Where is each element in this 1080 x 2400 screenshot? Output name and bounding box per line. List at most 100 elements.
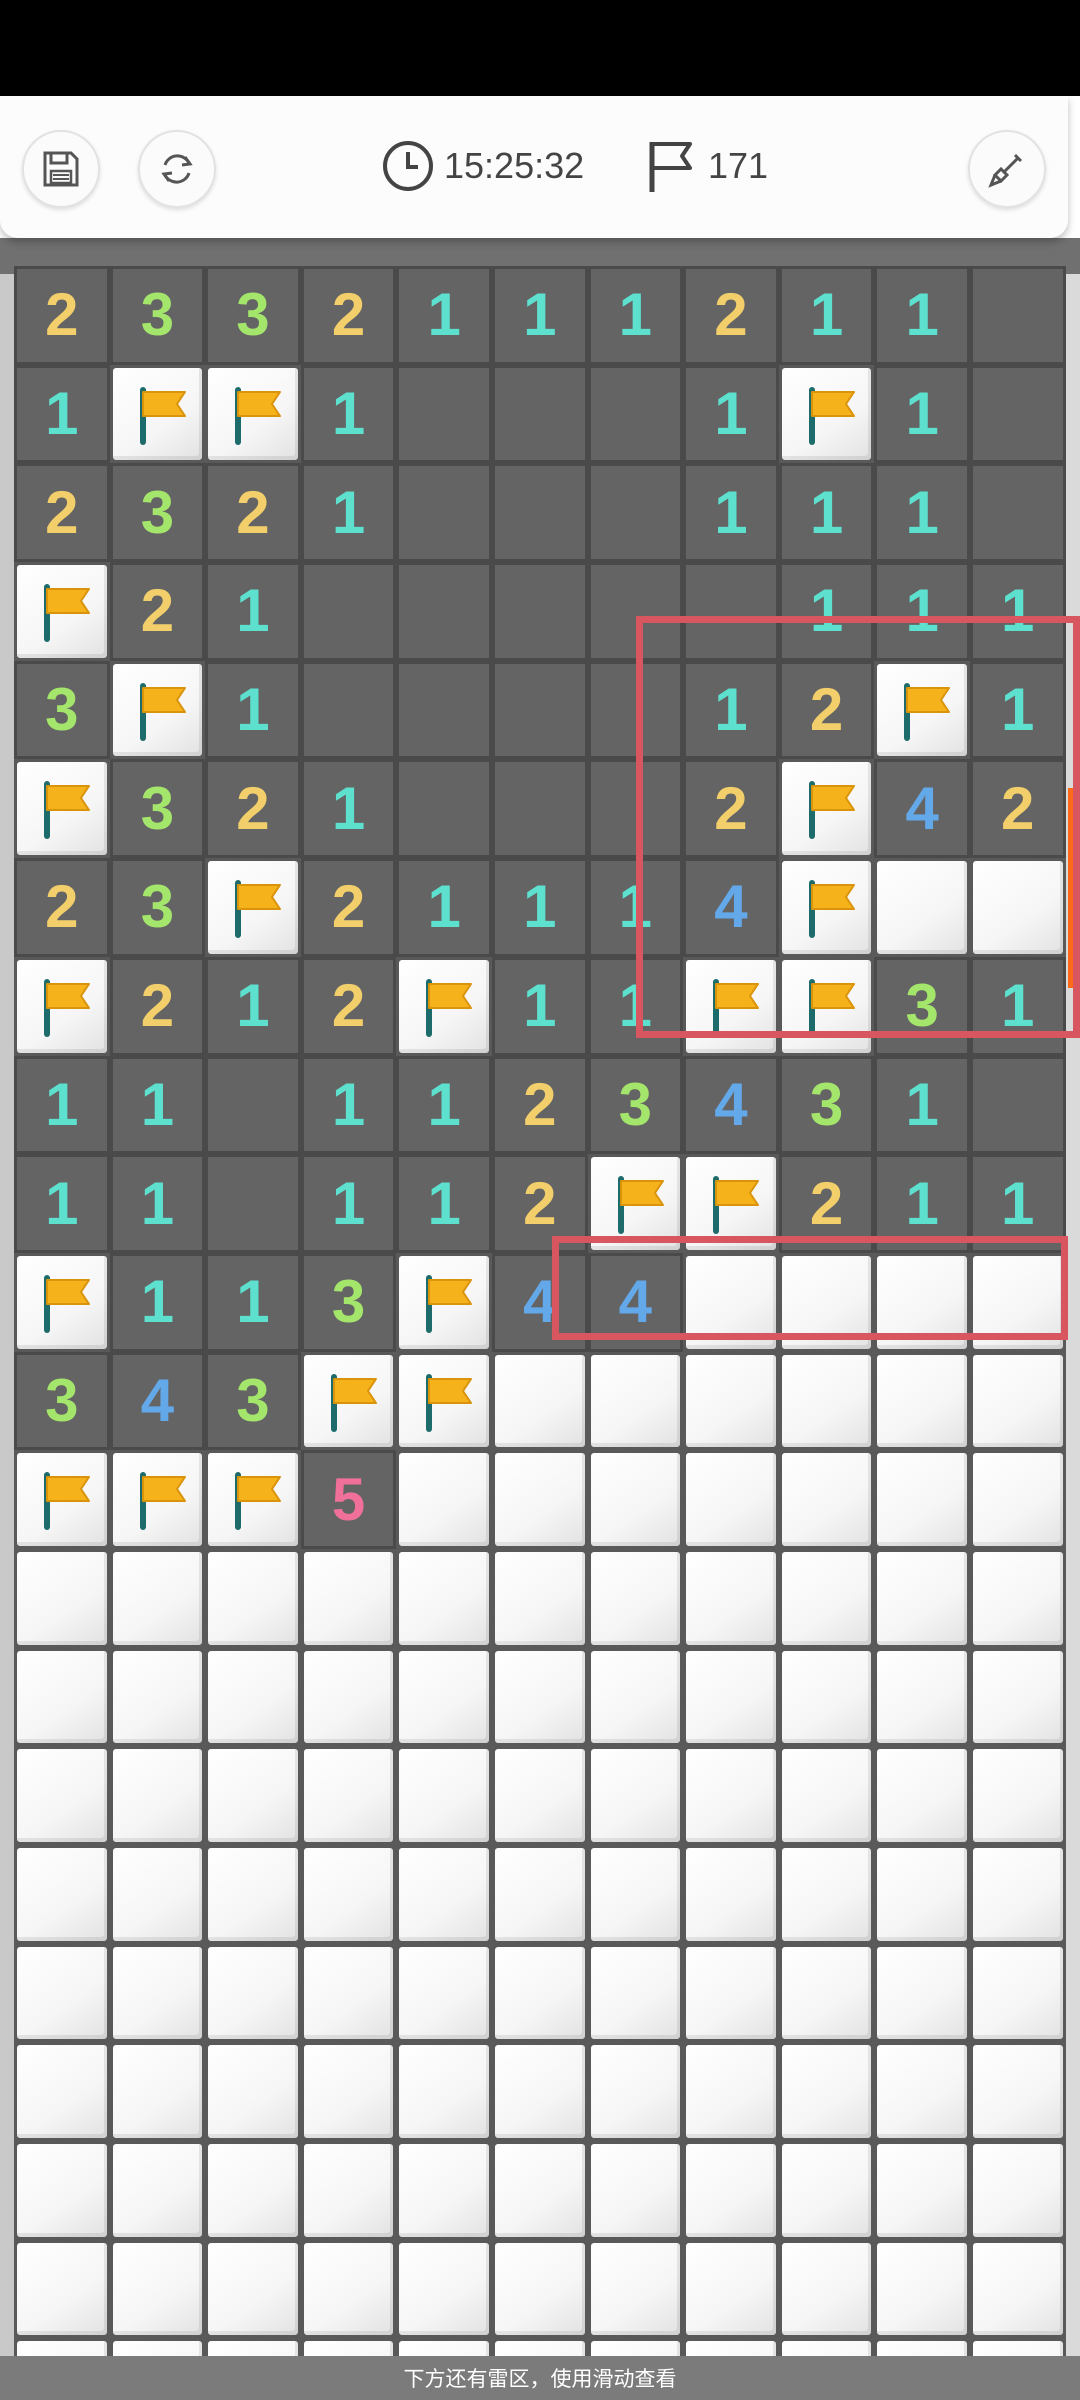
unrevealed-cell[interactable] (874, 2338, 970, 2356)
empty-cell[interactable] (587, 364, 684, 464)
unrevealed-cell[interactable] (300, 2338, 397, 2356)
unrevealed-cell[interactable] (109, 1845, 206, 1944)
unrevealed-cell[interactable] (587, 1746, 684, 1845)
unrevealed-cell[interactable] (683, 2042, 779, 2142)
empty-cell[interactable] (396, 759, 492, 859)
number-cell[interactable]: 1 (205, 1252, 301, 1352)
unrevealed-cell[interactable] (491, 1943, 588, 2043)
unrevealed-cell[interactable] (14, 2239, 110, 2339)
number-cell[interactable]: 2 (683, 266, 779, 365)
flagged-cell[interactable] (300, 1351, 397, 1451)
number-cell[interactable]: 3 (14, 660, 110, 760)
number-cell[interactable]: 1 (205, 660, 301, 760)
unrevealed-cell[interactable] (683, 1943, 779, 2043)
unrevealed-cell[interactable] (683, 1351, 779, 1451)
unrevealed-cell[interactable] (205, 1647, 301, 1747)
unrevealed-cell[interactable] (491, 2042, 588, 2142)
unrevealed-cell[interactable] (300, 2141, 397, 2240)
flagged-cell[interactable] (205, 364, 301, 464)
unrevealed-cell[interactable] (683, 1746, 779, 1845)
flagged-cell[interactable] (14, 956, 110, 1056)
unrevealed-cell[interactable] (109, 2141, 206, 2240)
unrevealed-cell[interactable] (969, 2141, 1066, 2240)
number-cell[interactable]: 1 (109, 1252, 206, 1352)
unrevealed-cell[interactable] (205, 2042, 301, 2142)
unrevealed-cell[interactable] (14, 1647, 110, 1747)
unrevealed-cell[interactable] (683, 1548, 779, 1648)
unrevealed-cell[interactable] (683, 2239, 779, 2339)
unrevealed-cell[interactable] (109, 2239, 206, 2339)
unrevealed-cell[interactable] (778, 2141, 875, 2240)
empty-cell[interactable] (969, 266, 1066, 365)
number-cell[interactable]: 1 (874, 463, 970, 563)
number-cell[interactable]: 2 (14, 266, 110, 365)
unrevealed-cell[interactable] (14, 2141, 110, 2240)
unrevealed-cell[interactable] (396, 2239, 492, 2339)
unrevealed-cell[interactable] (14, 1548, 110, 1648)
unrevealed-cell[interactable] (969, 1943, 1066, 2043)
number-cell[interactable]: 1 (14, 1055, 110, 1155)
empty-cell[interactable] (396, 660, 492, 760)
unrevealed-cell[interactable] (969, 1746, 1066, 1845)
unrevealed-cell[interactable] (396, 1450, 492, 1549)
empty-cell[interactable] (491, 660, 588, 760)
flagged-cell[interactable] (109, 1450, 206, 1549)
unrevealed-cell[interactable] (587, 1943, 684, 2043)
number-cell[interactable]: 3 (778, 1055, 875, 1155)
number-cell[interactable]: 1 (683, 463, 779, 563)
unrevealed-cell[interactable] (587, 2239, 684, 2339)
unrevealed-cell[interactable] (587, 2141, 684, 2240)
unrevealed-cell[interactable] (109, 1548, 206, 1648)
flagged-cell[interactable] (14, 759, 110, 859)
flagged-cell[interactable] (396, 956, 492, 1056)
unrevealed-cell[interactable] (778, 1845, 875, 1944)
unrevealed-cell[interactable] (109, 1647, 206, 1747)
unrevealed-cell[interactable] (778, 2042, 875, 2142)
number-cell[interactable]: 1 (396, 1154, 492, 1253)
empty-cell[interactable] (969, 364, 1066, 464)
unrevealed-cell[interactable] (874, 2239, 970, 2339)
unrevealed-cell[interactable] (491, 1548, 588, 1648)
empty-cell[interactable] (205, 1055, 301, 1155)
unrevealed-cell[interactable] (491, 1647, 588, 1747)
number-cell[interactable]: 5 (300, 1450, 397, 1549)
unrevealed-cell[interactable] (587, 1351, 684, 1451)
number-cell[interactable]: 1 (491, 266, 588, 365)
number-cell[interactable]: 1 (396, 266, 492, 365)
number-cell[interactable]: 1 (300, 1154, 397, 1253)
unrevealed-cell[interactable] (778, 1450, 875, 1549)
empty-cell[interactable] (491, 562, 588, 661)
number-cell[interactable]: 1 (14, 1154, 110, 1253)
number-cell[interactable]: 2 (14, 463, 110, 563)
number-cell[interactable]: 3 (205, 266, 301, 365)
number-cell[interactable]: 1 (300, 759, 397, 859)
unrevealed-cell[interactable] (491, 2338, 588, 2356)
unrevealed-cell[interactable] (874, 2141, 970, 2240)
number-cell[interactable]: 1 (300, 364, 397, 464)
unrevealed-cell[interactable] (683, 1450, 779, 1549)
number-cell[interactable]: 2 (109, 956, 206, 1056)
number-cell[interactable]: 3 (14, 1351, 110, 1451)
unrevealed-cell[interactable] (109, 2042, 206, 2142)
number-cell[interactable]: 1 (874, 266, 970, 365)
unrevealed-cell[interactable] (969, 2042, 1066, 2142)
flagged-cell[interactable] (396, 1252, 492, 1352)
number-cell[interactable]: 1 (778, 463, 875, 563)
unrevealed-cell[interactable] (205, 1548, 301, 1648)
unrevealed-cell[interactable] (969, 1351, 1066, 1451)
unrevealed-cell[interactable] (683, 2338, 779, 2356)
number-cell[interactable]: 2 (109, 562, 206, 661)
number-cell[interactable]: 2 (491, 1055, 588, 1155)
unrevealed-cell[interactable] (300, 2239, 397, 2339)
unrevealed-cell[interactable] (874, 1450, 970, 1549)
unrevealed-cell[interactable] (491, 1845, 588, 1944)
unrevealed-cell[interactable] (969, 1548, 1066, 1648)
number-cell[interactable]: 3 (205, 1351, 301, 1451)
unrevealed-cell[interactable] (396, 1746, 492, 1845)
unrevealed-cell[interactable] (109, 1746, 206, 1845)
unrevealed-cell[interactable] (491, 1746, 588, 1845)
unrevealed-cell[interactable] (396, 1943, 492, 2043)
number-cell[interactable]: 1 (205, 956, 301, 1056)
unrevealed-cell[interactable] (587, 1845, 684, 1944)
flagged-cell[interactable] (14, 562, 110, 661)
